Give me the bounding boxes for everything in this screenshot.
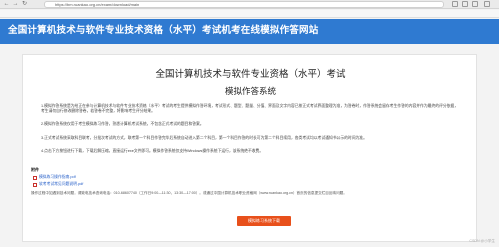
download-button[interactable]: 模拟练习系统下载 bbox=[237, 216, 291, 226]
attachment-link-label[interactable]: 模拟练习操作指南.pdf bbox=[39, 175, 76, 179]
pdf-file-icon bbox=[33, 182, 37, 187]
forward-icon[interactable]: → bbox=[12, 1, 19, 8]
main-panel: 全国计算机技术与软件专业资格（水平）考试 模拟作答系统 1.模拟作答系统是为给正… bbox=[22, 54, 477, 242]
extensions-icon[interactable] bbox=[462, 1, 468, 7]
bookmarks-bar: 浙江正泰电器工业自动化北京武英数字百度一下在线工具bb-正泰(产品手册)c-af… bbox=[0, 10, 499, 18]
instruction-item: 3.正式考试系统采取科目联考，分批次考试的方式，联考第一个科目作答完毕后系统自动… bbox=[41, 135, 367, 140]
page-title: 全国计算机技术与软件专业资格（水平）考试 bbox=[155, 69, 346, 80]
browser-toolbar: ← → ↻ https://bm.ruankao.org.cn/exam/dow… bbox=[0, 0, 499, 9]
instruction-item: 2.模拟作答系统仅用于考生模拟练习作答，熟悉计算机考试系统，不包含正式考试的题目… bbox=[41, 122, 204, 127]
attachment-link-label[interactable]: 软考考试常见问题说明.pdf bbox=[39, 182, 83, 186]
support-note: 操作过程中如遇到技术问题，请致电技术咨询电话：010-68607740（工作日9… bbox=[31, 191, 347, 195]
attachments-label: 附件 bbox=[31, 167, 39, 172]
instruction-item: 4.点击下方按钮进行下载，下载后解压缩，直接运行exe文件即可。模拟作答系统仅支… bbox=[41, 148, 264, 153]
menu-icon[interactable] bbox=[484, 1, 490, 7]
pdf-file-icon bbox=[33, 175, 37, 180]
watermark: CSDN @小学生 bbox=[469, 239, 495, 243]
instruction-item: 1.模拟作答系统是为给正在参与计算机技术与软件专业技术资格（水平）考试的考生提供… bbox=[41, 104, 459, 114]
back-icon[interactable]: ← bbox=[3, 1, 10, 8]
reload-icon[interactable]: ↻ bbox=[21, 1, 28, 8]
page-subtitle: 模拟作答系统 bbox=[224, 87, 276, 97]
instructions: 1.模拟作答系统是为给正在参与计算机技术与软件专业技术资格（水平）考试的考生提供… bbox=[41, 104, 461, 162]
star-icon[interactable] bbox=[452, 1, 458, 7]
attachment-link[interactable]: 模拟练习操作指南.pdf bbox=[33, 175, 76, 180]
address-bar[interactable]: https://bm.ruankao.org.cn/exam/download/… bbox=[44, 1, 444, 8]
attachment-link[interactable]: 软考考试常见问题说明.pdf bbox=[33, 182, 83, 187]
site-header: 全国计算机技术与软件专业技术资格（水平）考试机考在线模拟作答网站 bbox=[0, 19, 499, 44]
site-title: 全国计算机技术与软件专业技术资格（水平）考试机考在线模拟作答网站 bbox=[8, 25, 319, 36]
profile-icon[interactable] bbox=[472, 1, 478, 7]
